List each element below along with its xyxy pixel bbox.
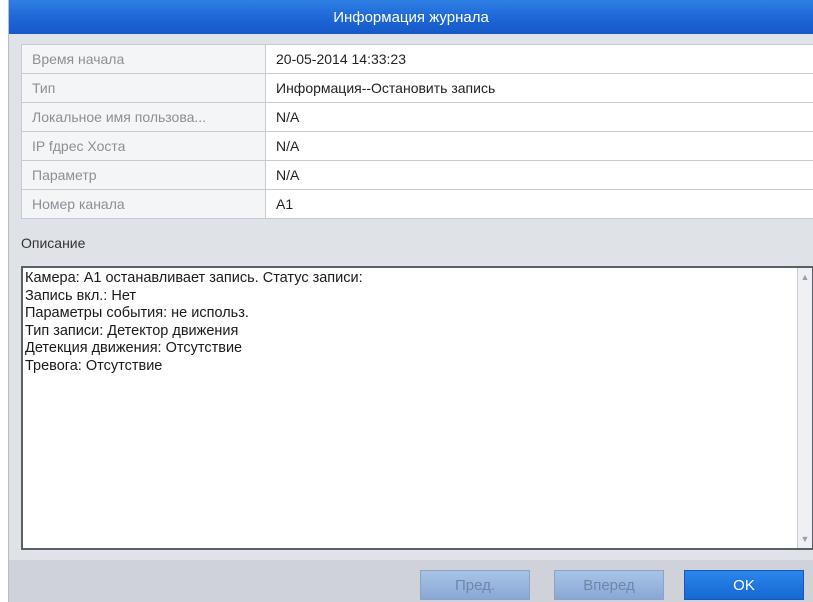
description-label: Описание xyxy=(21,235,86,251)
host-ip-label: IP fдрес Хоста xyxy=(21,131,266,161)
description-line: Запись вкл.: Нет xyxy=(25,287,137,304)
ok-button[interactable]: OK xyxy=(684,570,804,600)
description-line: Камера: A1 останавливает запись. Статус … xyxy=(25,270,363,286)
scroll-up-arrow-icon[interactable]: ▲ xyxy=(798,270,812,284)
channel-number-label: Номер канала xyxy=(21,189,266,219)
table-row: Номер канала A1 xyxy=(21,189,813,219)
description-line: Параметры события: не использ. xyxy=(25,305,249,321)
type-value: Информация--Остановить запись xyxy=(265,73,813,103)
next-button[interactable]: Вперед xyxy=(554,570,664,600)
scroll-down-arrow-icon[interactable]: ▼ xyxy=(798,532,812,546)
dialog-title: Информация журнала xyxy=(333,8,489,26)
type-label: Тип xyxy=(21,73,266,103)
local-user-value: N/A xyxy=(265,102,813,132)
description-line: Тревога: Отсутствие xyxy=(25,357,163,374)
description-line: Детекция движения: Отсутствие xyxy=(25,340,243,356)
log-info-table: Время начала 20-05-2014 14:33:23 Тип Инф… xyxy=(21,44,813,219)
dialog-title-bar: Информация журнала xyxy=(9,0,813,34)
start-time-value: 20-05-2014 14:33:23 xyxy=(265,44,813,74)
channel-number-value: A1 xyxy=(265,189,813,219)
table-row: Локальное имя пользова... N/A xyxy=(21,102,813,132)
table-row: Тип Информация--Остановить запись xyxy=(21,73,813,103)
local-user-label: Локальное имя пользова... xyxy=(21,102,266,132)
table-row: Параметр N/A xyxy=(21,160,813,190)
parameter-label: Параметр xyxy=(21,160,266,190)
description-text: Камера: A1 останавливает запись. Статус … xyxy=(25,270,794,375)
description-textarea[interactable]: Камера: A1 останавливает запись. Статус … xyxy=(21,266,813,550)
host-ip-value: N/A xyxy=(265,131,813,161)
parameter-value: N/A xyxy=(265,160,813,190)
prev-button[interactable]: Пред. xyxy=(420,570,530,600)
table-row: IP fдрес Хоста N/A xyxy=(21,131,813,161)
log-info-dialog: Информация журнала Время начала 20-05-20… xyxy=(8,0,813,602)
table-row: Время начала 20-05-2014 14:33:23 xyxy=(21,44,813,74)
start-time-label: Время начала xyxy=(21,44,266,74)
description-line: Тип записи: Детектор движения xyxy=(25,322,239,339)
vertical-scrollbar[interactable]: ▲ ▼ xyxy=(797,268,812,548)
